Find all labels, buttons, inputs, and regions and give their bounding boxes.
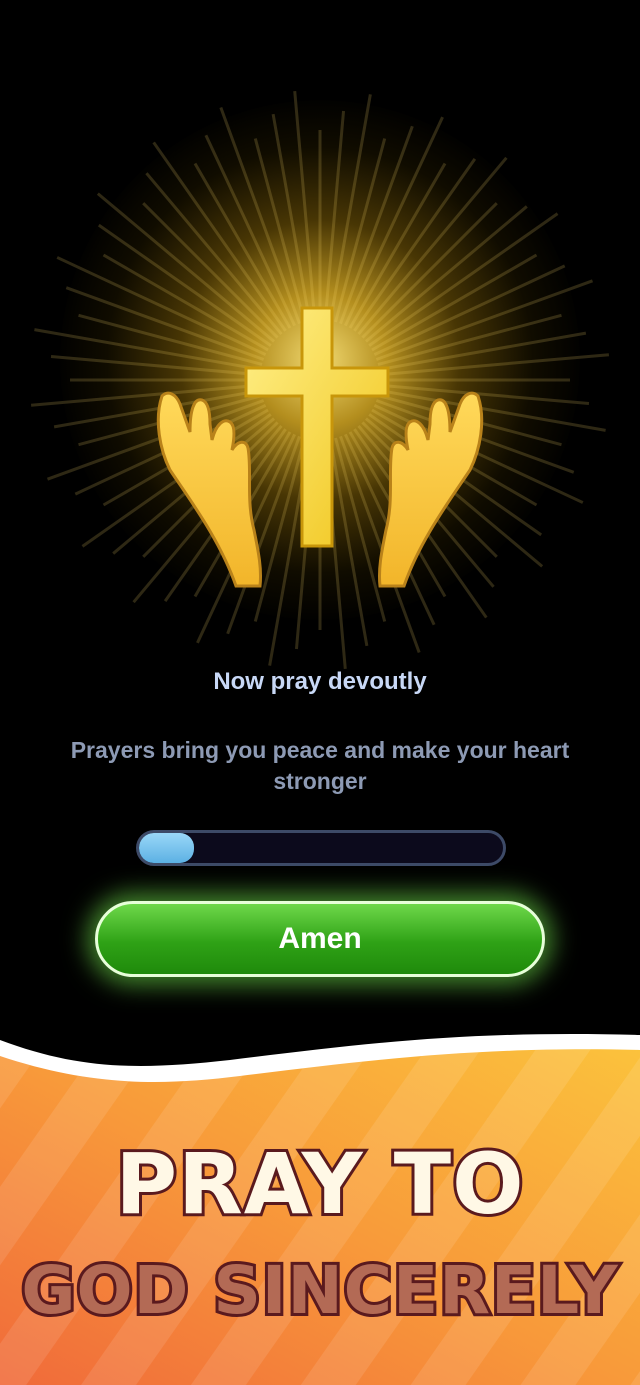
prayer-progress-fill xyxy=(139,833,194,863)
amen-button[interactable]: Amen xyxy=(95,901,545,977)
prayer-title: Now pray devoutly xyxy=(213,668,427,695)
banner-headline-line2: GOD SINCERELY xyxy=(18,1249,620,1332)
cross-with-hands-icon xyxy=(156,306,484,588)
prayer-progress-bar xyxy=(136,830,506,866)
light-ray xyxy=(339,125,414,325)
banner-headline-line1: PRAY TO xyxy=(113,1132,527,1236)
prayer-subtitle: Prayers bring you peace and make your he… xyxy=(70,737,570,794)
light-ray xyxy=(323,110,346,321)
